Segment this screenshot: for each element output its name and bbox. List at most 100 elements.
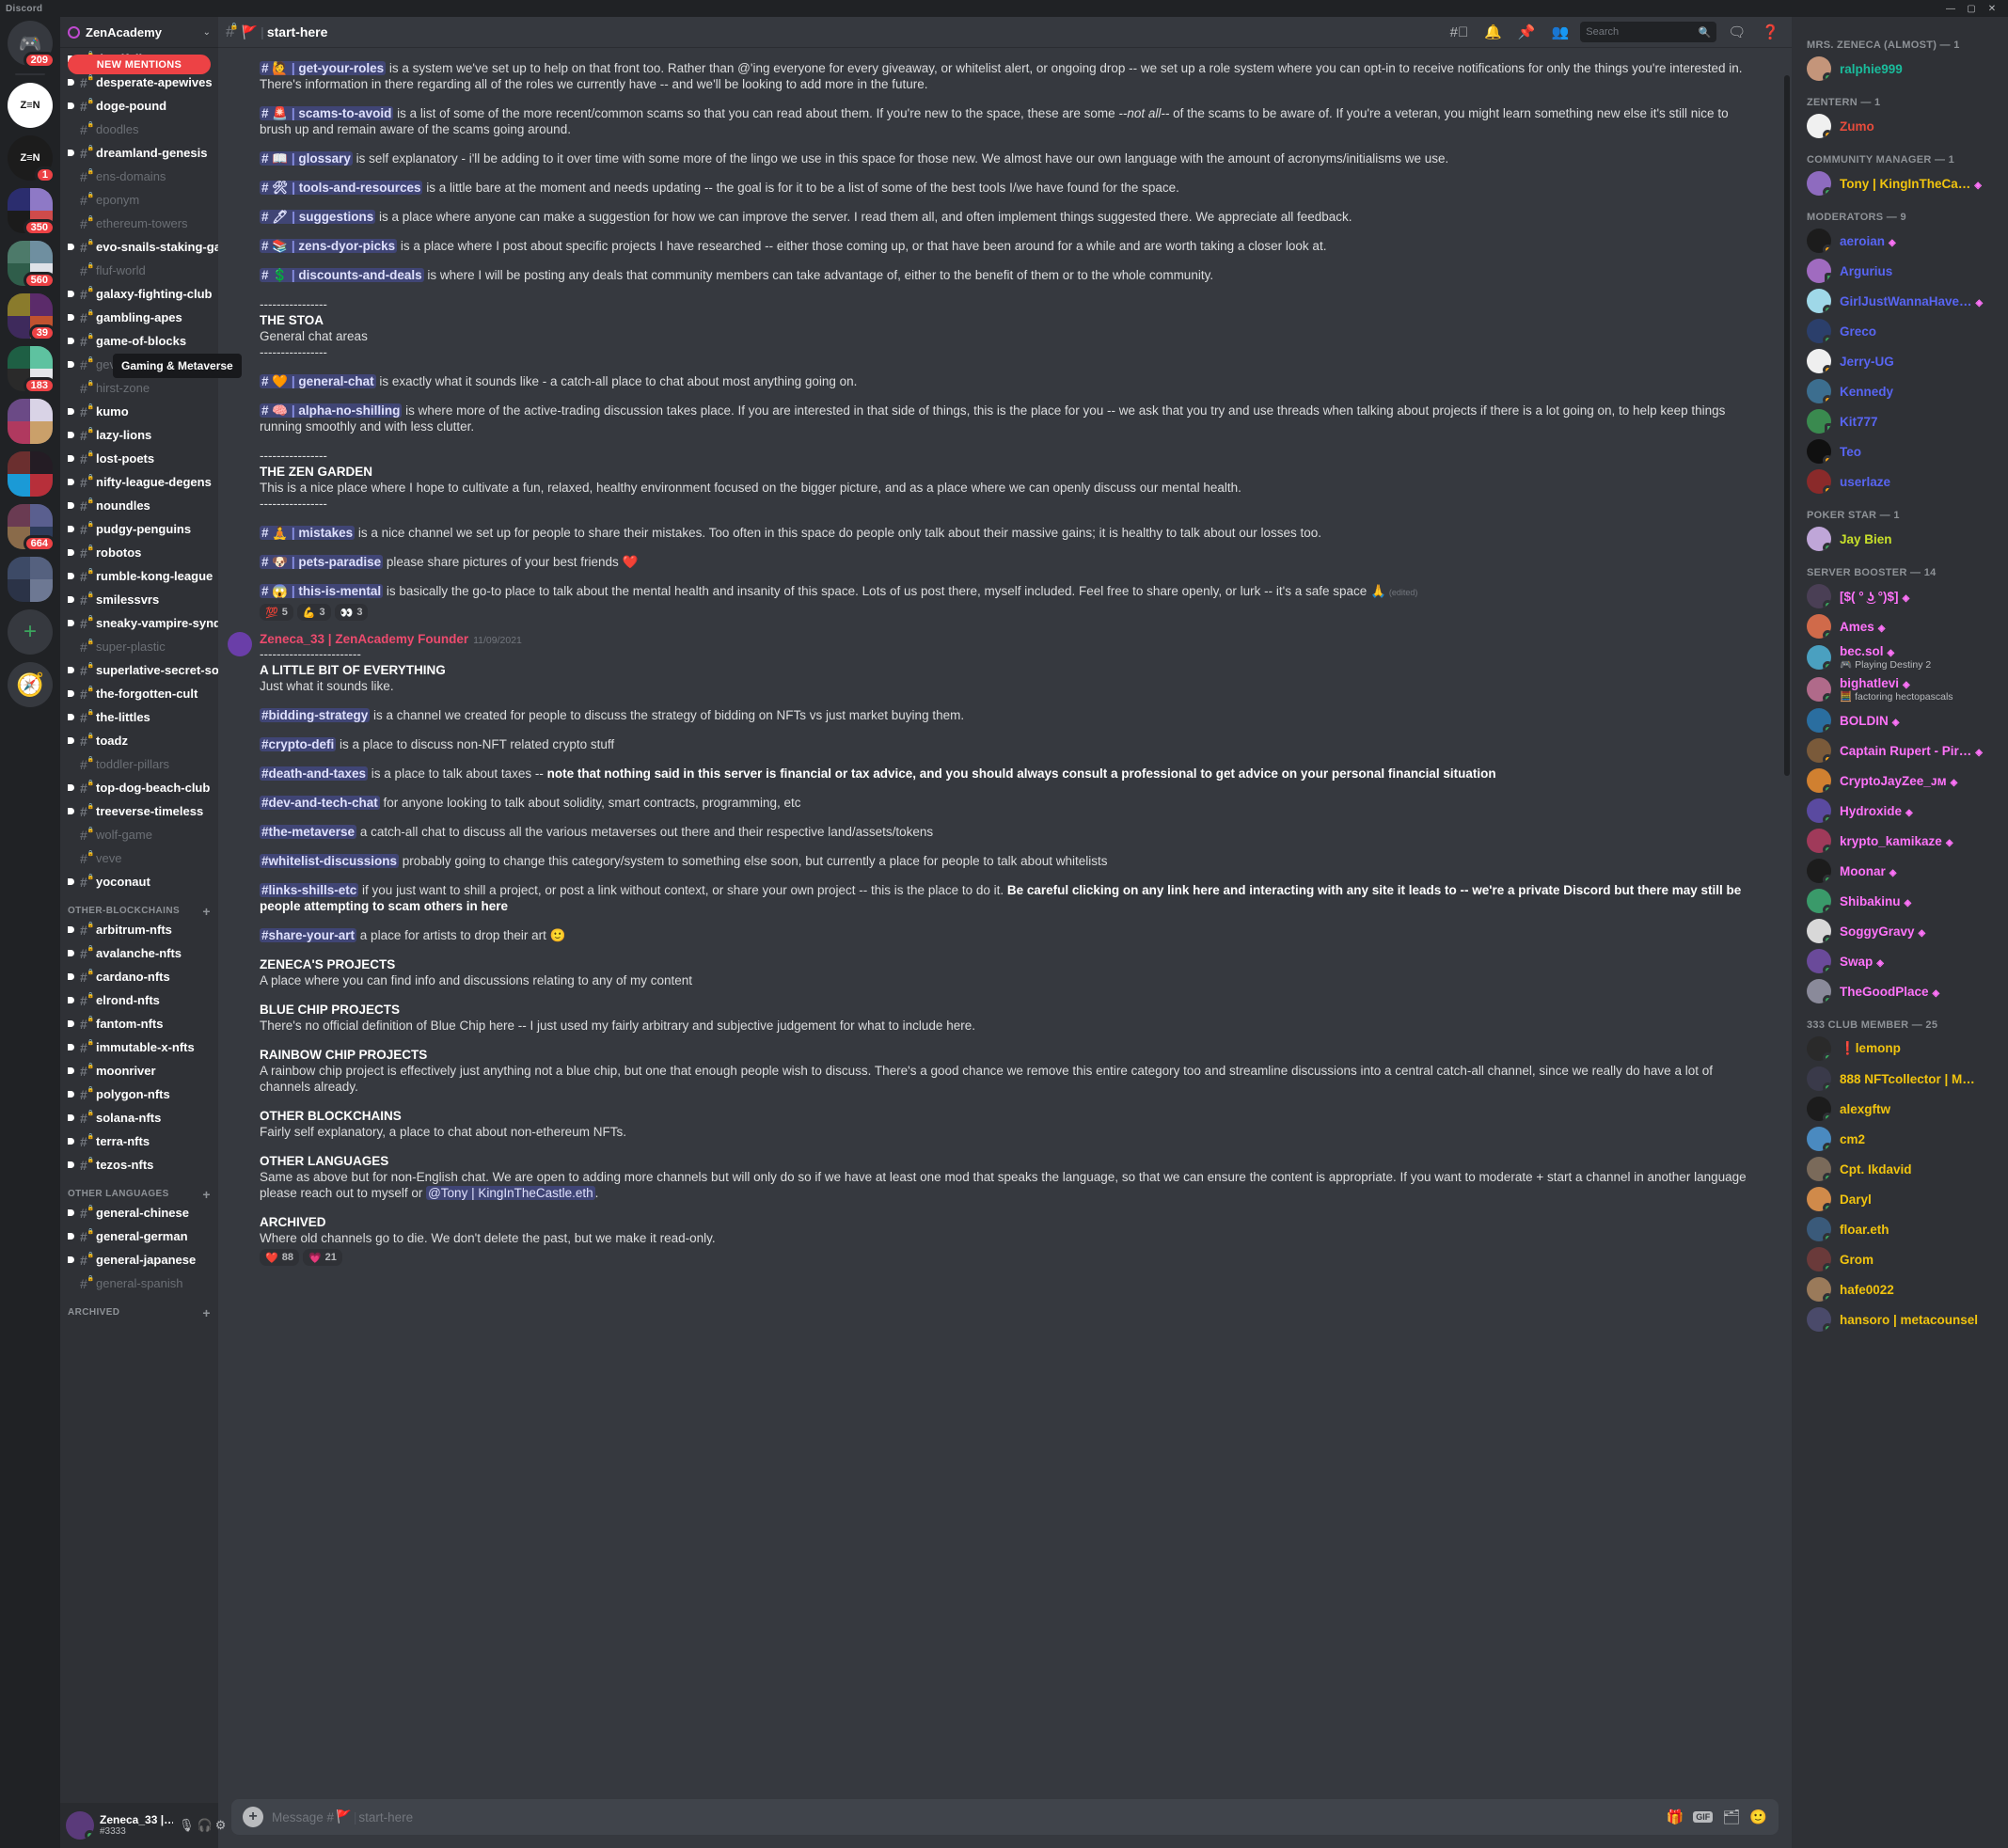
sidebar-item-lazy-lions[interactable]: #lazy-lions bbox=[60, 423, 218, 447]
sidebar-item-terra-nfts[interactable]: #terra-nfts bbox=[60, 1129, 218, 1153]
sidebar-item-veve[interactable]: #veve bbox=[60, 846, 218, 870]
chevron-down-icon[interactable]: ⌄ bbox=[203, 27, 211, 38]
sidebar-item-avalanche-nfts[interactable]: #avalanche-nfts bbox=[60, 941, 218, 965]
add-channel-icon[interactable]: + bbox=[202, 1188, 211, 1201]
channel-mention[interactable]: #whitelist-discussions bbox=[260, 854, 400, 868]
reaction-pill[interactable]: 💗 21 bbox=[302, 1249, 342, 1266]
sidebar-item-elrond-nfts[interactable]: #elrond-nfts bbox=[60, 988, 218, 1012]
member-row[interactable]: CryptoJayZee_ᴊᴍ ◈ bbox=[1792, 766, 2008, 796]
sidebar-item-top-dog-beach-club[interactable]: #top-dog-beach-club bbox=[60, 776, 218, 799]
channel-scroll[interactable]: NEW MENTIONS #deadfellaz#desperate-apewi… bbox=[60, 47, 218, 1803]
sidebar-item-treeverse-timeless[interactable]: #treeverse-timeless bbox=[60, 799, 218, 823]
avatar[interactable] bbox=[228, 632, 252, 656]
headset-icon[interactable]: 🎧 bbox=[198, 1818, 213, 1833]
emoji-icon[interactable]: 🙂 bbox=[1749, 1809, 1767, 1825]
member-row[interactable]: Jay Bien bbox=[1792, 524, 2008, 554]
attach-plus-icon[interactable]: + bbox=[243, 1807, 263, 1827]
channel-mention[interactable]: #bidding-strategy bbox=[260, 708, 371, 722]
member-row[interactable]: Moonar ◈ bbox=[1792, 856, 2008, 886]
member-row[interactable]: ralphie999 bbox=[1792, 54, 2008, 84]
member-row[interactable]: Ames ◈ bbox=[1792, 611, 2008, 641]
new-mentions-banner[interactable]: NEW MENTIONS bbox=[68, 55, 211, 74]
member-row[interactable]: Kennedy bbox=[1792, 376, 2008, 406]
reaction-pill[interactable]: 👀 3 bbox=[334, 604, 369, 621]
sidebar-item-galaxy-fighting-club[interactable]: #galaxy-fighting-club bbox=[60, 282, 218, 306]
gear-icon[interactable]: ⚙ bbox=[215, 1818, 227, 1833]
member-row[interactable]: floar.eth bbox=[1792, 1214, 2008, 1244]
sidebar-item-lost-poets[interactable]: #lost-poets bbox=[60, 447, 218, 470]
sidebar-item-general-spanish[interactable]: #general-spanish bbox=[60, 1271, 218, 1295]
channel-mention[interactable]: # 🙋 | get-your-roles bbox=[260, 61, 387, 75]
sidebar-item-gambling-apes[interactable]: #gambling-apes bbox=[60, 306, 218, 329]
member-row[interactable]: Jerry-UG bbox=[1792, 346, 2008, 376]
sidebar-item-doodles[interactable]: #doodles bbox=[60, 118, 218, 141]
message-input[interactable]: + Message # 🚩 | start-here 🎁 GIF 🗂 🙂 bbox=[231, 1799, 1779, 1835]
bell-icon[interactable]: 🔔 bbox=[1479, 24, 1507, 40]
sidebar-item-nifty-league-degens[interactable]: #nifty-league-degens bbox=[60, 470, 218, 494]
sidebar-item-tezos-nfts[interactable]: #tezos-nfts bbox=[60, 1153, 218, 1177]
inbox-icon[interactable]: 🗨 bbox=[1723, 24, 1750, 40]
guild-icon-server-quad-1[interactable]: 350 bbox=[8, 188, 55, 236]
gif-button[interactable]: GIF bbox=[1693, 1811, 1714, 1823]
message-author[interactable]: Zeneca_33 | ZenAcademy Founder bbox=[260, 632, 468, 646]
guild-header[interactable]: ZenAcademy ⌄ bbox=[60, 17, 218, 47]
sidebar-item-superlative-secret-society[interactable]: #superlative-secret-society bbox=[60, 658, 218, 682]
sidebar-item-toddler-pillars[interactable]: #toddler-pillars bbox=[60, 752, 218, 776]
add-channel-icon[interactable]: + bbox=[202, 905, 211, 918]
sidebar-item-eponym[interactable]: #eponym bbox=[60, 188, 218, 212]
microphone-icon[interactable]: 🎙 bbox=[179, 1818, 195, 1833]
minimize-button[interactable]: — bbox=[1940, 2, 1961, 15]
member-row[interactable]: [$( ° ͜ʖ °)$] ◈ bbox=[1792, 581, 2008, 611]
sidebar-item-cardano-nfts[interactable]: #cardano-nfts bbox=[60, 965, 218, 988]
add-channel-icon[interactable]: + bbox=[202, 1306, 211, 1319]
guild-icon-server-quad-8[interactable] bbox=[8, 557, 53, 602]
guild-icon-server-quad-7[interactable]: 664 bbox=[8, 504, 55, 552]
sidebar-item-toadz[interactable]: #toadz bbox=[60, 729, 218, 752]
sidebar-item-doge-pound[interactable]: #doge-pound bbox=[60, 94, 218, 118]
member-row[interactable]: hafe0022 bbox=[1792, 1274, 2008, 1304]
sidebar-item-super-plastic[interactable]: #super-plastic bbox=[60, 635, 218, 658]
sidebar-item-ens-domains[interactable]: #ens-domains bbox=[60, 165, 218, 188]
search-input[interactable]: Search 🔍 bbox=[1580, 22, 1717, 42]
guild-icon-zen-academy[interactable]: Z≡N bbox=[8, 83, 53, 128]
close-button[interactable]: ✕ bbox=[1982, 2, 2002, 15]
channel-mention[interactable]: # 📖 | glossary bbox=[260, 151, 353, 166]
message-area[interactable]: # 🙋 | get-your-roles is a system we've s… bbox=[218, 47, 1792, 1793]
sidebar-item-rumble-kong-league[interactable]: #rumble-kong-league bbox=[60, 564, 218, 588]
user-mention[interactable]: @Tony | KingInTheCastle.eth bbox=[426, 1186, 595, 1200]
member-row[interactable]: TheGoodPlace ◈ bbox=[1792, 976, 2008, 1006]
sidebar-item-yoconaut[interactable]: #yoconaut bbox=[60, 870, 218, 893]
sidebar-item-game-of-blocks[interactable]: #game-of-blocks bbox=[60, 329, 218, 353]
member-row[interactable]: Grom bbox=[1792, 1244, 2008, 1274]
sidebar-item-fantom-nfts[interactable]: #fantom-nfts bbox=[60, 1012, 218, 1035]
member-row[interactable]: Tony | KingInTheCa… ◈ bbox=[1792, 168, 2008, 198]
member-row[interactable]: bec.sol ◈ 🎮 Playing Destiny 2 bbox=[1792, 641, 2008, 673]
sidebar-item-hirst-zone[interactable]: #hirst-zone bbox=[60, 376, 218, 400]
member-row[interactable]: Captain Rupert - Pir… ◈ bbox=[1792, 735, 2008, 766]
members-icon[interactable]: 👥 bbox=[1547, 24, 1574, 40]
member-row[interactable]: Daryl bbox=[1792, 1184, 2008, 1214]
sidebar-item-moonriver[interactable]: #moonriver bbox=[60, 1059, 218, 1082]
category-other-blockchains[interactable]: OTHER-BLOCKCHAINS + bbox=[60, 893, 218, 918]
guild-icon-zen-dark[interactable]: Z≡N 1 bbox=[8, 135, 55, 183]
member-row[interactable]: ❗lemonp bbox=[1792, 1034, 2008, 1064]
member-row[interactable]: BOLDIN ◈ bbox=[1792, 705, 2008, 735]
reaction-pill[interactable]: ❤️ 88 bbox=[260, 1249, 299, 1266]
avatar[interactable] bbox=[66, 1811, 94, 1840]
channel-mention[interactable]: #share-your-art bbox=[260, 928, 357, 942]
channel-mention[interactable]: # 🚨 | scams-to-avoid bbox=[260, 106, 394, 120]
channel-mention[interactable]: # 💲 | discounts-and-deals bbox=[260, 268, 424, 282]
sidebar-item-general-german[interactable]: #general-german bbox=[60, 1224, 218, 1248]
member-row[interactable]: Argurius bbox=[1792, 256, 2008, 286]
pin-icon[interactable]: 📌 bbox=[1513, 24, 1541, 40]
sidebar-item-ethereum-towers[interactable]: #ethereum-towers bbox=[60, 212, 218, 235]
member-row[interactable]: Cpt. Ikdavid bbox=[1792, 1154, 2008, 1184]
add-server[interactable]: + bbox=[8, 609, 53, 655]
threads-icon[interactable]: #⃣ bbox=[1446, 24, 1474, 40]
sidebar-item-fluf-world[interactable]: #fluf-world bbox=[60, 259, 218, 282]
sidebar-item-kumo[interactable]: #kumo bbox=[60, 400, 218, 423]
member-row[interactable]: bighatlevi ◈ 🧮 factoring hectopascals bbox=[1792, 673, 2008, 705]
channel-mention[interactable]: # 🖊 | suggestions bbox=[260, 210, 376, 224]
category-other-languages[interactable]: OTHER LANGUAGES + bbox=[60, 1177, 218, 1201]
member-row[interactable]: aeroian ◈ bbox=[1792, 226, 2008, 256]
